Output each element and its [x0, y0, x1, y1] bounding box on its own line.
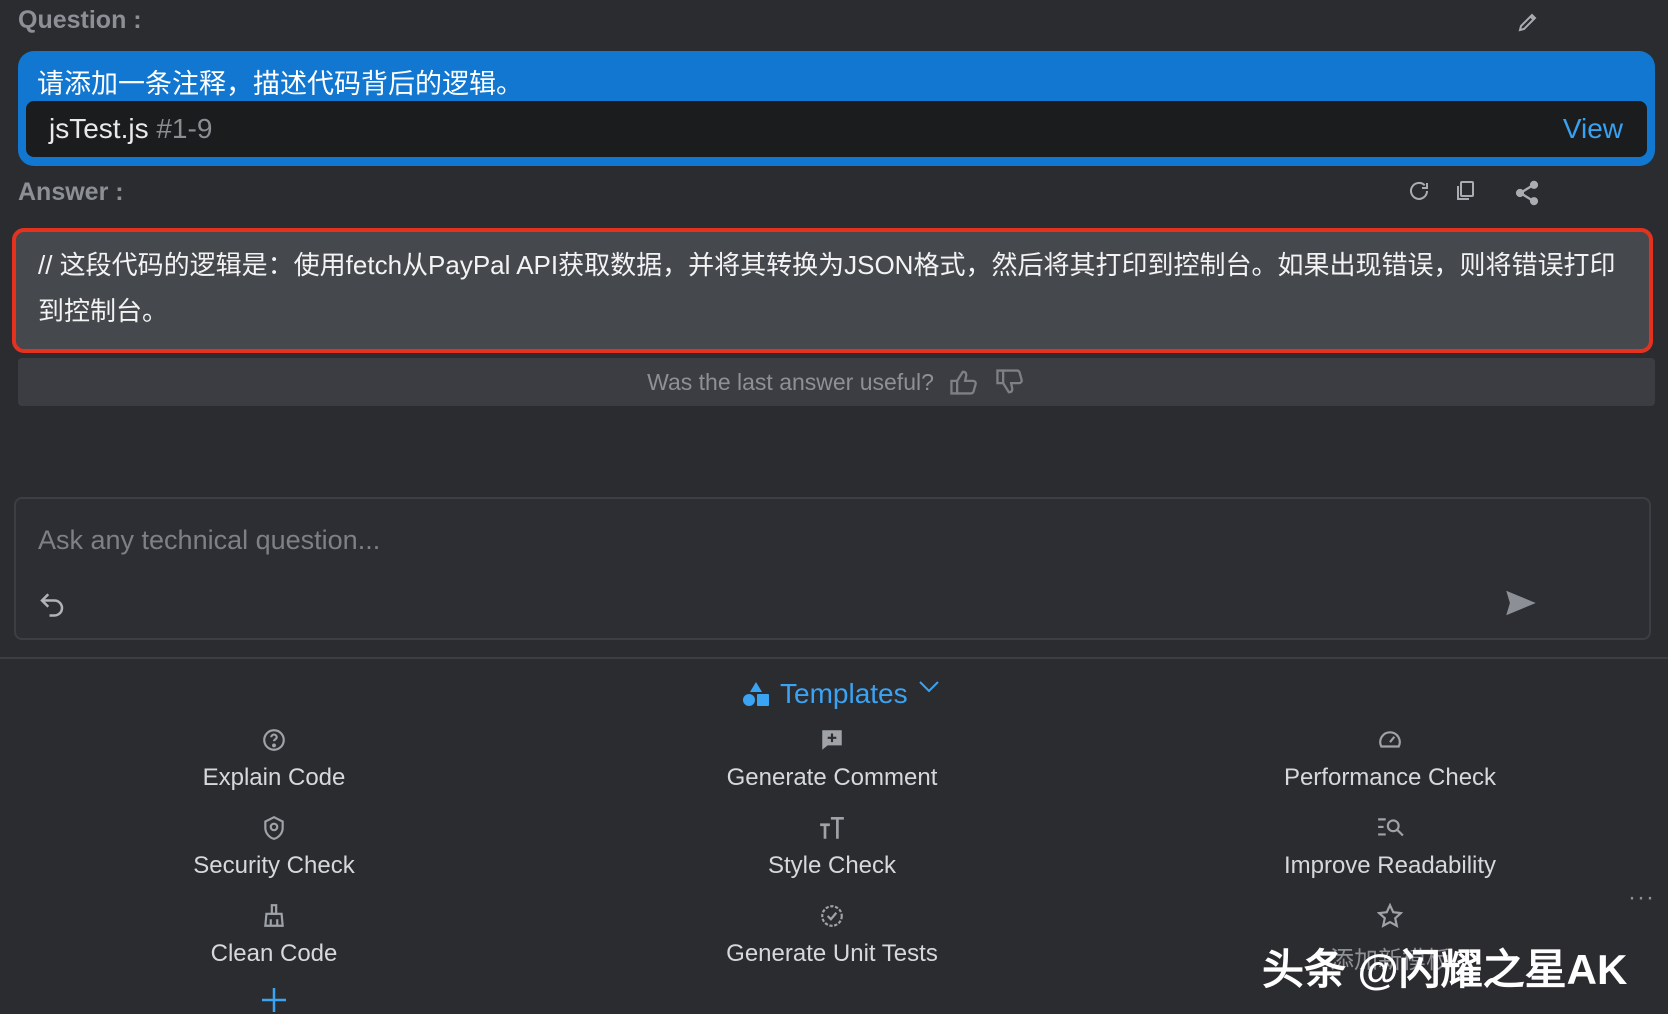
code-reference: jsTest.js #1-9 View: [26, 101, 1647, 157]
answer-box: // 这段代码的逻辑是：使用fetch从PayPal API获取数据，并将其转换…: [12, 228, 1653, 353]
question-box: 请添加一条注释，描述代码背后的逻辑。 jsTest.js #1-9 View: [18, 51, 1655, 166]
question-text: 请添加一条注释，描述代码背后的逻辑。: [37, 69, 523, 99]
check-badge-icon: [622, 900, 1042, 932]
text-size-icon: [622, 812, 1042, 844]
divider: [0, 657, 1668, 659]
broom-icon: [64, 900, 484, 932]
search-list-icon: [1180, 812, 1600, 844]
template-label: Style Check: [767, 852, 897, 879]
template-improve-readability[interactable]: Improve Readability: [1180, 812, 1600, 880]
template-clean-code[interactable]: Clean Code: [64, 900, 484, 968]
answer-text: // 这段代码的逻辑是：使用fetch从PayPal API获取数据，并将其转换…: [38, 250, 1616, 326]
view-link[interactable]: View: [1563, 113, 1623, 145]
templates-label: Templates: [780, 678, 908, 709]
answer-label: Answer :: [18, 178, 124, 206]
gauge-icon: [1180, 724, 1600, 756]
copy-icon[interactable]: [1450, 176, 1480, 206]
add-template-icon[interactable]: [260, 986, 288, 1014]
code-line-range: #1-9: [156, 113, 213, 144]
watermark: 头条 @闪耀之星AK: [1262, 946, 1628, 993]
chevron-down-icon: [918, 680, 940, 694]
template-style-check[interactable]: Style Check: [622, 812, 1042, 880]
edit-icon[interactable]: [1514, 8, 1542, 36]
send-icon[interactable]: [1502, 585, 1540, 621]
template-label: Performance Check: [1283, 764, 1497, 791]
question-circle-icon: [64, 724, 484, 756]
thumbs-down-icon[interactable]: [994, 368, 1026, 396]
feedback-prompt: Was the last answer useful?: [647, 368, 934, 395]
template-label: Explain Code: [202, 764, 346, 791]
template-label: Improve Readability: [1283, 852, 1497, 879]
feedback-bar: Was the last answer useful?: [18, 358, 1655, 406]
template-label: Clean Code: [210, 940, 338, 967]
question-label: Question :: [18, 6, 142, 34]
code-file-label: jsTest.js #1-9: [49, 113, 212, 145]
template-explain-code[interactable]: Explain Code: [64, 724, 484, 792]
question-input[interactable]: [36, 519, 1540, 561]
code-file-name: jsTest.js: [49, 113, 149, 144]
shield-icon: [64, 812, 484, 844]
comment-plus-icon: [622, 724, 1042, 756]
template-label: Generate Unit Tests: [726, 940, 938, 967]
question-input-box: [14, 497, 1651, 640]
refresh-icon[interactable]: [1404, 176, 1434, 206]
template-generate-unit-tests[interactable]: Generate Unit Tests: [622, 900, 1042, 968]
star-icon: [1180, 900, 1600, 932]
template-label: Security Check: [193, 852, 355, 879]
more-options-icon[interactable]: ···: [1628, 884, 1655, 912]
undo-icon[interactable]: [34, 585, 70, 621]
template-security-check[interactable]: Security Check: [64, 812, 484, 880]
template-label: Generate Comment: [726, 764, 938, 791]
share-icon[interactable]: [1510, 176, 1544, 210]
thumbs-up-icon[interactable]: [948, 368, 980, 396]
shapes-icon: [742, 680, 770, 708]
templates-toggle[interactable]: Templates: [742, 678, 940, 710]
template-generate-comment[interactable]: Generate Comment: [622, 724, 1042, 792]
template-performance-check[interactable]: Performance Check: [1180, 724, 1600, 792]
